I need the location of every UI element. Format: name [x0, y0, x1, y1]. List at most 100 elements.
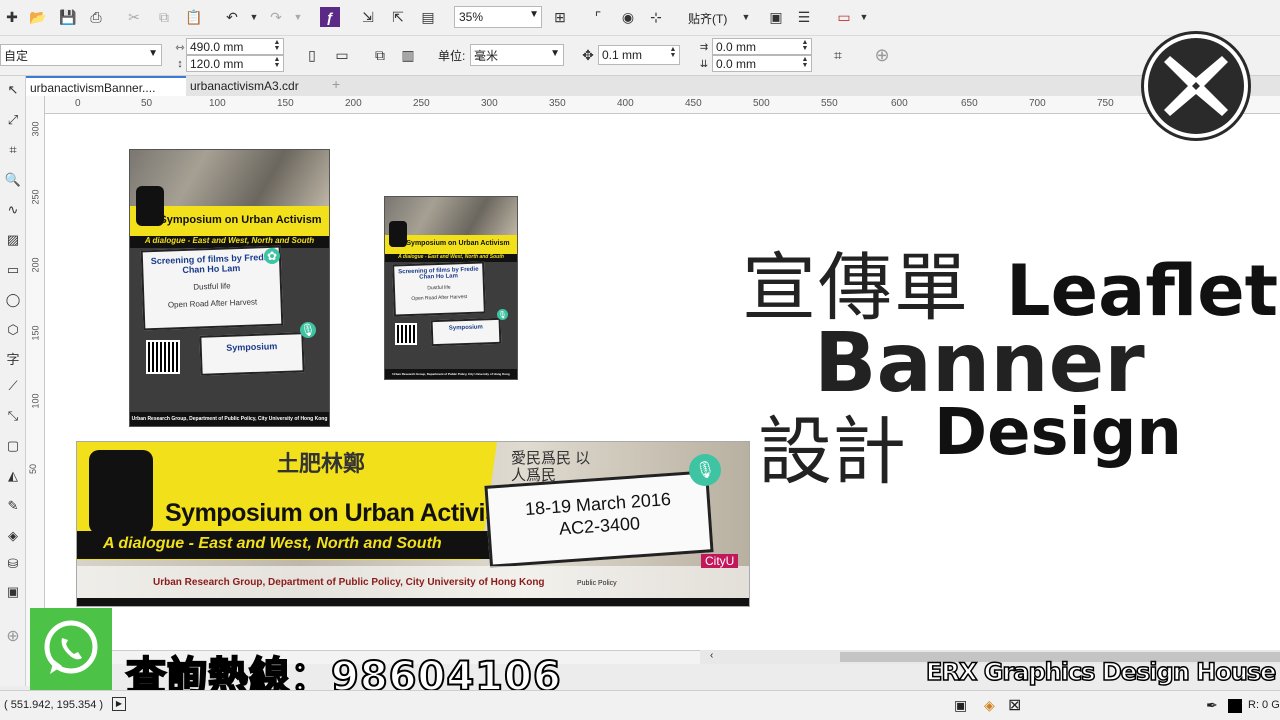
leaflet-footer: Urban Research Group, Department of Publ…	[385, 369, 517, 379]
cut-icon[interactable]: ✂	[124, 7, 144, 27]
save-icon[interactable]: 💾	[58, 7, 78, 27]
portrait-icon[interactable]: ▯	[302, 45, 322, 65]
full-screen-preview-icon[interactable]: ⊞	[550, 7, 570, 27]
text-tool-icon[interactable]: 字	[3, 348, 23, 368]
protest-sign-text: 土肥林鄭	[277, 451, 366, 476]
fill-color-icon[interactable]: ▣	[954, 697, 967, 714]
film-title-1: Dustful life	[427, 284, 451, 292]
page-height-field[interactable]: 120.0 mm ▲ ▼	[186, 55, 284, 72]
options-icon[interactable]: ▣	[766, 7, 786, 27]
ruler-tick-label: 650	[961, 98, 978, 109]
spinner-icon[interactable]: ▲ ▼	[668, 46, 678, 60]
leaflet-a3-large[interactable]: Symposium on Urban Activism A dialogue -…	[129, 149, 330, 427]
undo-dropdown-icon[interactable]: ▼	[244, 7, 264, 27]
zoom-level-select[interactable]: 35% ▼	[454, 6, 542, 28]
snap-to-menu[interactable]: 贴齐(T)	[688, 10, 727, 27]
show-rulers-icon[interactable]: ⌜	[588, 7, 608, 27]
pick-tool-icon[interactable]: ↖	[3, 80, 23, 100]
banner-artwork[interactable]: 土肥林鄭 愛民爲民 以人爲民 Symposium on Urban Activi…	[76, 441, 750, 607]
new-tab-icon[interactable]: +	[328, 76, 344, 96]
spinner-icon[interactable]: ▲ ▼	[272, 56, 282, 70]
welcome-dropdown-icon[interactable]: ▼	[854, 7, 874, 27]
treat-as-filled-icon[interactable]: ⌗	[828, 45, 848, 65]
add-icon[interactable]: ⊕	[872, 45, 892, 65]
vertical-ruler[interactable]: 300 250 200 150 100 50	[26, 96, 45, 686]
fill-bucket-icon[interactable]: ◈	[984, 697, 995, 714]
smart-fill-bucket-icon[interactable]: ⛁	[3, 554, 23, 574]
tab-a3-document[interactable]: urbanactivismA3.cdr	[186, 76, 326, 96]
scroll-left-icon[interactable]: ‹	[710, 650, 713, 661]
export-icon[interactable]: ⇱	[388, 7, 408, 27]
ruler-tick-label: 50	[28, 463, 39, 475]
undo-icon[interactable]: ↶	[222, 7, 242, 27]
redo-dropdown-icon[interactable]: ▼	[288, 7, 308, 27]
ruler-tick-label: 300	[30, 121, 41, 137]
current-page-icon[interactable]: ▥	[398, 45, 418, 65]
paste-icon[interactable]: 📋	[184, 7, 204, 27]
page-size-select[interactable]: 自定 ▼	[0, 44, 162, 66]
qr-code	[146, 340, 180, 374]
new-document-icon[interactable]: ✚	[2, 7, 22, 27]
show-guidelines-icon[interactable]: ⊹	[646, 7, 666, 27]
crop-tool-icon[interactable]: ⌗	[3, 140, 23, 160]
search-content-icon[interactable]: ƒ	[320, 7, 340, 27]
leaflet-footer: Urban Research Group, Department of Publ…	[130, 412, 329, 426]
ellipse-tool-icon[interactable]: ◯	[3, 290, 23, 310]
freehand-tool-icon[interactable]: ∿	[3, 200, 23, 220]
print-icon[interactable]: ⎙	[86, 7, 106, 27]
horizontal-ruler[interactable]: 0 50 100 150 200 250 300 350 400 450 500…	[45, 96, 1280, 114]
all-pages-icon[interactable]: ⧉	[370, 45, 390, 65]
outline-pen-icon[interactable]: ▣	[3, 582, 23, 602]
ruler-tick-label: 350	[549, 98, 566, 109]
open-icon[interactable]: 📂	[28, 7, 48, 27]
spinner-icon[interactable]: ▲ ▼	[800, 56, 810, 70]
play-icon[interactable]: ▶	[112, 697, 126, 711]
page-width-field[interactable]: 490.0 mm ▲ ▼	[186, 38, 284, 55]
spinner-icon[interactable]: ▲ ▼	[272, 39, 282, 53]
page-height-value: 120.0 mm	[190, 56, 244, 71]
no-fill-icon[interactable]: ⊠	[1008, 695, 1021, 715]
raised-fist-icon	[89, 450, 153, 534]
units-select[interactable]: 毫米 ▼	[470, 44, 564, 66]
outline-pen-icon[interactable]: ✒	[1206, 697, 1218, 714]
tab-label: urbanactivismA3.cdr	[190, 79, 299, 93]
leaflet-a3-small[interactable]: Symposium on Urban Activism A dialogue -…	[384, 196, 518, 380]
film-title-1: Dustful life	[193, 281, 231, 292]
color-eyedropper-icon[interactable]: ✎	[3, 496, 23, 516]
show-grid-icon[interactable]: ◉	[618, 7, 638, 27]
spinner-icon[interactable]: ▲ ▼	[800, 39, 810, 53]
zoom-tool-icon[interactable]: 🔍	[3, 170, 23, 190]
film-reel-icon: ✿	[264, 248, 280, 264]
shape-tool-icon[interactable]: ⤢	[3, 110, 23, 130]
nudge-distance-field[interactable]: 0.1 mm ▲ ▼	[598, 45, 680, 65]
snap-dropdown-icon[interactable]: ▼	[736, 7, 756, 27]
welcome-screen-icon[interactable]: ▭	[834, 7, 854, 27]
duplicate-y-field[interactable]: 0.0 mm ▲ ▼	[712, 55, 812, 72]
whatsapp-glyph-icon	[44, 620, 98, 674]
erx-logo-icon	[1144, 34, 1248, 138]
interactive-fill-icon[interactable]: ◈	[3, 526, 23, 546]
smart-fill-icon[interactable]: ▨	[3, 230, 23, 250]
tab-banner-document[interactable]: urbanactivismBanner....	[26, 76, 186, 96]
ruler-tick-label: 400	[617, 98, 634, 109]
duplicate-x-field[interactable]: 0.0 mm ▲ ▼	[712, 38, 812, 55]
ruler-tick-label: 0	[75, 98, 81, 109]
leaflet-title: Symposium on Urban Activism	[406, 240, 510, 247]
import-icon[interactable]: ⇲	[358, 7, 378, 27]
publish-pdf-icon[interactable]: ▤	[418, 7, 438, 27]
drop-shadow-icon[interactable]: ▢	[3, 436, 23, 456]
transparency-tool-icon[interactable]: ◭	[3, 466, 23, 486]
add-tool-icon[interactable]: ⊕	[3, 626, 23, 646]
rectangle-tool-icon[interactable]: ▭	[3, 260, 23, 280]
parallel-dimension-icon[interactable]: ⟋	[3, 376, 23, 396]
copy-icon[interactable]: ⧉	[154, 7, 174, 27]
connector-tool-icon[interactable]: ⤡	[3, 406, 23, 426]
application-launcher-icon[interactable]: ☰	[794, 7, 814, 27]
redo-icon[interactable]: ↷	[266, 7, 286, 27]
polygon-tool-icon[interactable]: ⬡	[3, 320, 23, 340]
landscape-icon[interactable]: ▭	[332, 45, 352, 65]
ruler-tick-label: 600	[891, 98, 908, 109]
microphone-icon: 🎙	[300, 322, 316, 338]
standard-toolbar: ✚ 📂 💾 ⎙ ✂ ⧉ 📋 ↶ ▼ ↷ ▼ ƒ ⇲ ⇱ ▤ 35% ▼ ⊞ ⌜ …	[0, 0, 1280, 36]
outline-color-swatch[interactable]	[1228, 699, 1242, 713]
